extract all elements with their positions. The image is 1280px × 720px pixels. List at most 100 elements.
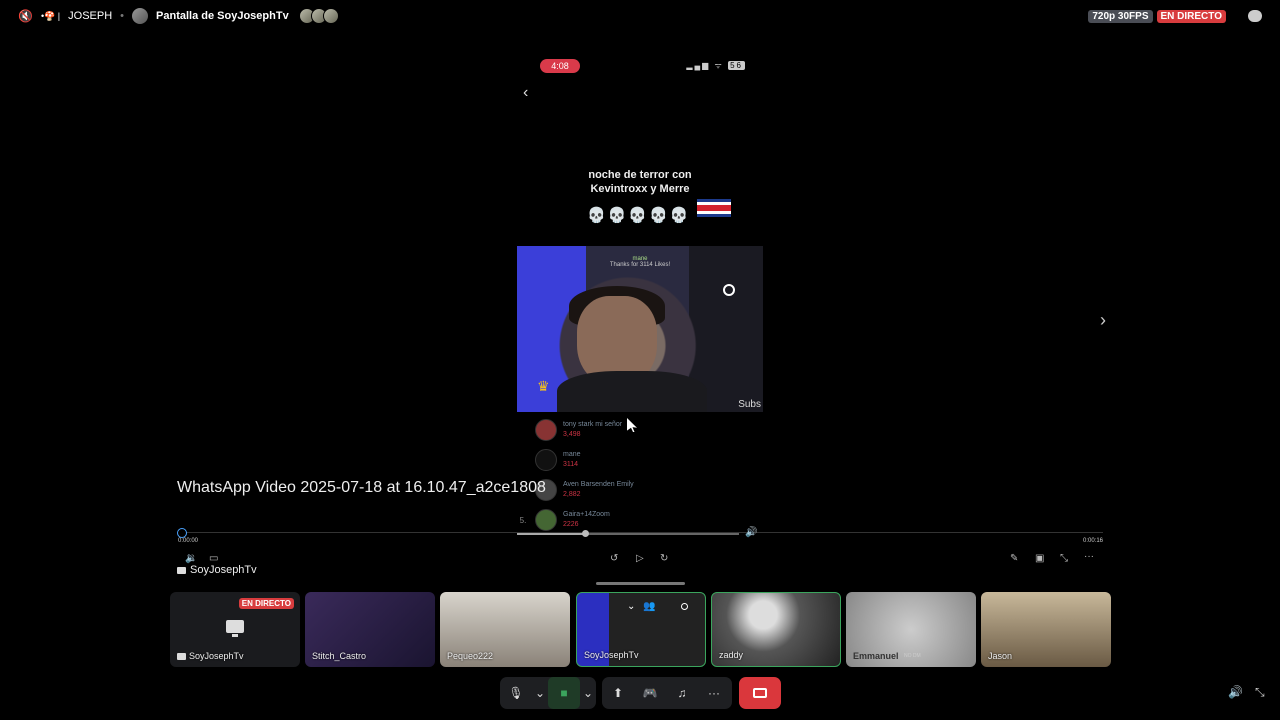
avatar — [535, 419, 557, 441]
hang-up-icon — [753, 688, 767, 698]
activity-controls: ⬆ 🎮 ♫ ··· — [602, 677, 732, 709]
speaker-muted-icon[interactable]: 🔇 — [18, 9, 33, 23]
volume-icon[interactable]: 🔉 — [185, 553, 197, 564]
hang-up-button[interactable] — [739, 677, 781, 709]
gamepad-icon[interactable]: 🎮 — [634, 677, 666, 709]
next-chevron-icon[interactable]: › — [1100, 310, 1106, 331]
participant-name-text: SoyJosephTv — [189, 651, 244, 661]
participant-name: SoyJosephTv — [584, 650, 639, 660]
viewer-avatars[interactable] — [298, 8, 339, 24]
monitor-icon — [177, 566, 186, 574]
chevron-down-icon[interactable]: ⌄ — [532, 677, 548, 709]
chevron-down-icon[interactable]: ⌄ — [580, 677, 596, 709]
participant-tile[interactable]: Stitch_Castro — [305, 592, 435, 667]
list-item-name: Aven Barsenden Emily — [563, 481, 634, 488]
ring-icon — [681, 603, 688, 610]
mushroom-icon: •🍄 | — [40, 10, 61, 21]
live-badge: EN DIRECTO — [238, 598, 294, 609]
drag-handle[interactable] — [596, 582, 685, 585]
time-current: 0:00:00 — [178, 538, 199, 544]
stream-owner: SoyJosephTv — [177, 564, 257, 576]
list-item: Aven Barsenden Emily 2,882 — [517, 478, 763, 502]
pip-icon[interactable]: ▣ — [1035, 553, 1044, 564]
quality-badge: 720p 30FPS — [1088, 9, 1153, 23]
participant-tag: NO DM — [904, 653, 921, 659]
time-total: 0:00:16 — [1083, 538, 1104, 544]
back-chevron-icon: ‹ — [523, 84, 529, 101]
screen-share-icon[interactable]: ⬆ — [602, 677, 634, 709]
add-user-icon[interactable]: 👥 — [643, 601, 655, 612]
avatar — [535, 449, 557, 471]
caption-line: noche de terror con — [588, 169, 692, 181]
collapse-icon[interactable]: ⤡ — [1060, 553, 1068, 564]
captions-icon[interactable]: ▭ — [209, 553, 218, 564]
avatar — [535, 509, 557, 531]
list-item-value: 3,498 — [563, 431, 581, 438]
video-top-banner: mane Thanks for 3114 Likes! — [517, 256, 763, 268]
chat-icon[interactable] — [1248, 10, 1262, 22]
phone-status-bar: 4:08 ▂▄▆ ᯤ 56 — [517, 59, 763, 73]
list-item-value: 2226 — [563, 521, 579, 528]
camera-icon[interactable]: ■ — [548, 677, 580, 709]
screen-title: Pantalla de SoyJosephTv — [156, 10, 289, 22]
list-item-name: mane — [563, 451, 581, 458]
list-item-name: tony stark mi señor — [563, 421, 623, 428]
monitor-icon — [177, 652, 186, 660]
video-top-text: Thanks for 3114 Likes! — [609, 262, 671, 268]
person-shirt — [557, 371, 707, 412]
participant-tile[interactable]: Pequeo222 — [440, 592, 570, 667]
avatar — [322, 8, 339, 24]
phone-time: 4:08 — [540, 59, 580, 73]
seek-handle[interactable] — [177, 528, 187, 538]
list-item-value: 2,882 — [563, 491, 581, 498]
participant-tile[interactable]: ⌄ 👥 SoyJosephTv — [576, 592, 706, 667]
participant-tile[interactable]: Emmanuel NO DM — [846, 592, 976, 667]
video-file-title: WhatsApp Video 2025-07-18 at 16.10.47_a2… — [177, 479, 546, 496]
participant-tile[interactable]: zaddy — [711, 592, 841, 667]
rewind-icon[interactable]: ↺ — [610, 553, 618, 564]
list-item: 5. Gaira+14Zoom 2226 — [517, 508, 763, 532]
list-item-name: Gaira+14Zoom — [563, 511, 610, 518]
battery-level: 56 — [728, 61, 745, 70]
forward-icon[interactable]: ↻ — [660, 553, 668, 564]
separator: • — [120, 10, 125, 22]
participant-name: Emmanuel — [853, 651, 899, 661]
participant-name: Pequeo222 — [447, 651, 494, 661]
microphone-icon[interactable]: 🎙 — [500, 677, 532, 709]
monitor-icon — [226, 620, 244, 637]
inner-seek-bar — [517, 533, 739, 535]
inner-seek-handle — [582, 530, 589, 537]
more-icon[interactable]: ··· — [698, 677, 730, 709]
rank: 5. — [519, 515, 527, 525]
inner-volume-icon: 🔊 — [745, 527, 758, 538]
list-item: tony stark mi señor 3,498 — [517, 418, 763, 442]
caption-line: Kevintroxx y Merre — [590, 183, 690, 195]
participant-name: zaddy — [719, 650, 744, 660]
embedded-video: mane Thanks for 3114 Likes! ♛ Subs — [517, 246, 763, 412]
list-item: mane 3114 — [517, 448, 763, 472]
list-item-value: 3114 — [563, 461, 579, 468]
more-icon[interactable]: ··· — [1084, 551, 1094, 562]
ring-icon — [723, 284, 735, 296]
crown-icon: ♛ — [537, 378, 550, 394]
shared-screen: 4:08 ▂▄▆ ᯤ 56 ‹ noche de terror con Kevi… — [517, 56, 763, 536]
live-badge: EN DIRECTO — [1156, 9, 1226, 23]
pencil-icon[interactable]: ✎ — [1010, 553, 1018, 564]
participant-tile-stream[interactable]: EN DIRECTO SoyJosephTv — [170, 592, 300, 667]
avatar — [132, 8, 149, 24]
skull-emojis: 💀💀💀💀💀 — [587, 207, 691, 224]
participant-name: Jason — [988, 651, 1013, 661]
soundboard-icon[interactable]: ♫ — [666, 677, 698, 709]
stream-owner-name: SoyJosephTv — [190, 564, 257, 576]
volume-icon[interactable]: 🔊 — [1228, 685, 1243, 699]
top-bar: 🔇 •🍄 | JOSEPH • Pantalla de SoyJosephTv … — [0, 0, 1280, 32]
costa-rica-flag-icon — [697, 199, 731, 217]
chevron-down-icon[interactable]: ⌄ — [627, 601, 635, 612]
phone-status-icons: ▂▄▆ ᯤ 56 — [686, 61, 745, 70]
play-icon[interactable]: ▷ — [636, 553, 644, 564]
video-caption: noche de terror con Kevintroxx y Merre — [517, 168, 763, 196]
audio-video-controls: 🎙 ⌄ ■ ⌄ — [500, 677, 596, 709]
participant-name: SoyJosephTv — [177, 651, 244, 661]
exit-fullscreen-icon[interactable]: ⤡ — [1255, 685, 1265, 700]
participant-tile[interactable]: Jason — [981, 592, 1111, 667]
